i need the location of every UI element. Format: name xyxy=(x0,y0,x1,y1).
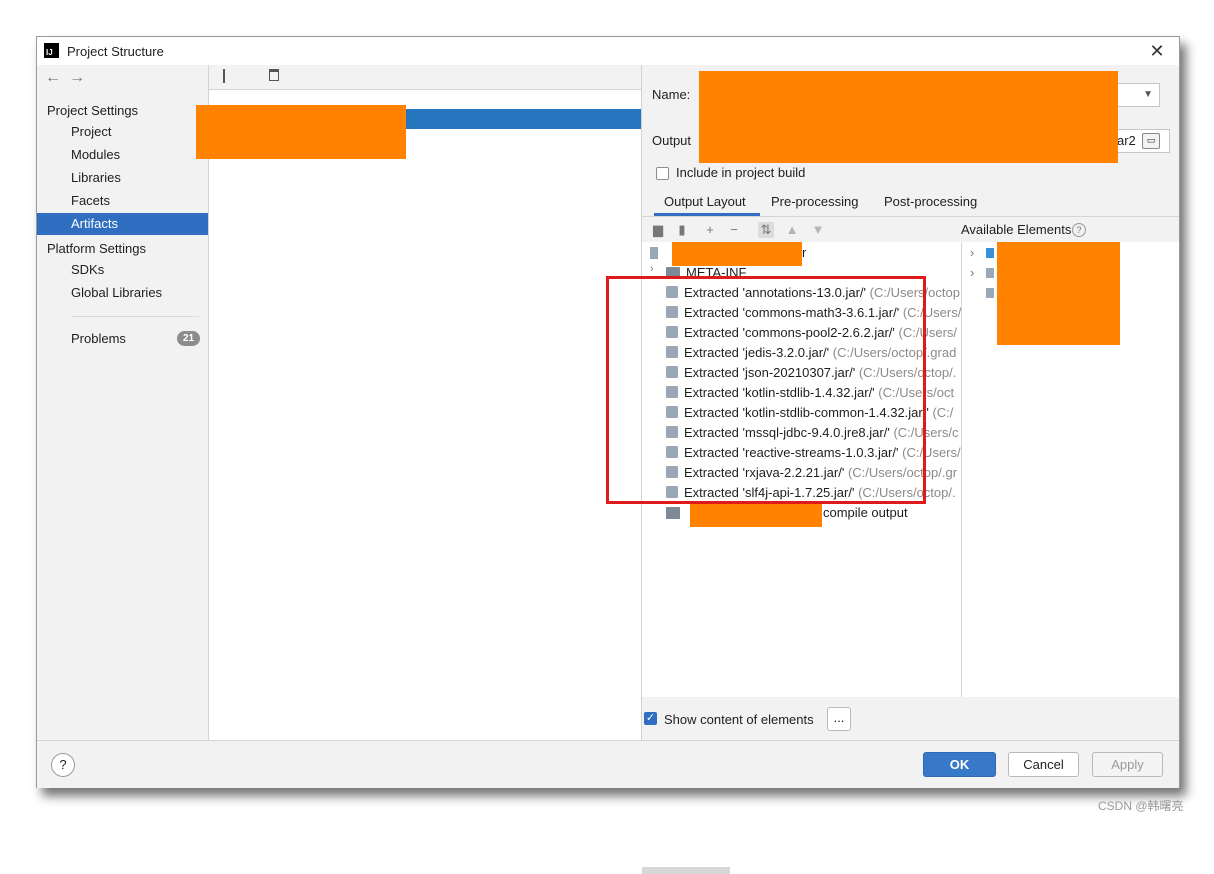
artifact-type-dropdown[interactable]: ▼ xyxy=(1112,83,1160,107)
highlight-box xyxy=(606,276,926,504)
close-icon[interactable]: ✕ xyxy=(1147,41,1167,61)
cancel-button[interactable]: Cancel xyxy=(1008,752,1079,777)
chevron-right-icon[interactable]: › xyxy=(970,265,974,280)
artifacts-list-panel xyxy=(196,65,642,740)
sidebar-item-facets[interactable]: Facets xyxy=(37,190,208,212)
sidebar-item-artifacts[interactable]: Artifacts xyxy=(37,213,208,235)
redacted-available-elements xyxy=(997,242,1120,345)
add-icon[interactable]: + xyxy=(702,222,718,238)
window-title: Project Structure xyxy=(67,44,164,59)
sidebar-item-libraries[interactable]: Libraries xyxy=(37,167,208,189)
sidebar-item-modules[interactable]: Modules xyxy=(37,144,208,166)
platform-settings-heading: Platform Settings xyxy=(47,241,146,256)
redacted-artifact-name xyxy=(196,105,406,159)
help-button[interactable]: ? xyxy=(51,753,75,777)
include-in-build-checkbox[interactable] xyxy=(656,167,669,180)
dialog-footer: ? OK Cancel Apply xyxy=(37,740,1179,788)
sidebar-item-sdks[interactable]: SDKs xyxy=(37,259,208,281)
problems-count-badge: 21 xyxy=(177,331,200,346)
apply-button[interactable]: Apply xyxy=(1092,752,1163,777)
new-directory-icon[interactable]: ▆ xyxy=(650,222,666,238)
artifacts-toolbar xyxy=(209,65,641,90)
include-in-build-label: Include in project build xyxy=(676,165,806,180)
output-directory-label: Output xyxy=(652,133,692,148)
add-archive-icon[interactable]: ▮ xyxy=(674,222,690,238)
tab-post-processing[interactable]: Post-processing xyxy=(884,194,977,209)
available-elements-tree: › › xyxy=(962,242,1179,697)
chevron-right-icon[interactable]: › xyxy=(970,245,974,260)
remove-icon[interactable]: − xyxy=(726,222,742,238)
sidebar-item-project[interactable]: Project xyxy=(37,121,208,143)
intellij-logo-icon: IJ xyxy=(44,43,59,58)
watermark: CSDN @韩曙亮 xyxy=(1098,799,1184,813)
ok-button[interactable]: OK xyxy=(923,752,996,777)
root-archive-suffix: r xyxy=(802,245,807,260)
move-down-icon[interactable]: ▼ xyxy=(810,222,826,238)
library-icon xyxy=(986,268,994,278)
more-options-button[interactable]: ... xyxy=(827,707,851,731)
add-artifact-icon[interactable] xyxy=(223,69,225,83)
sidebar-divider xyxy=(71,316,199,317)
project-settings-heading: Project Settings xyxy=(47,103,139,118)
sort-icon[interactable]: ⇅ xyxy=(758,222,774,238)
help-icon[interactable]: ? xyxy=(1072,223,1086,237)
name-label: Name: xyxy=(652,87,691,102)
folder-browse-icon[interactable]: ▭ xyxy=(1142,133,1160,149)
jar-icon xyxy=(650,247,658,259)
chevron-right-icon[interactable]: › xyxy=(650,263,654,275)
title-bar: IJ Project Structure ✕ xyxy=(37,37,1179,65)
back-arrow-icon[interactable]: ← xyxy=(45,69,61,87)
available-elements-label: Available Elements xyxy=(961,222,1072,237)
tab-pre-processing[interactable]: Pre-processing xyxy=(771,194,858,209)
output-directory-field[interactable]: ar2 xyxy=(1112,129,1170,153)
layout-toolbar: ▆ ▮ + − ⇅ ▲ ▼ Available Elements ? xyxy=(642,217,1179,242)
forward-arrow-icon[interactable]: → xyxy=(69,69,85,87)
module-icon xyxy=(986,248,994,258)
module-output-icon xyxy=(666,507,680,519)
tab-output-layout[interactable]: Output Layout xyxy=(664,194,746,209)
show-content-label: Show content of elements xyxy=(664,712,814,727)
redacted-module-name xyxy=(690,503,822,527)
move-up-icon[interactable]: ▲ xyxy=(784,222,800,238)
show-content-checkbox[interactable]: ✓ xyxy=(644,712,657,725)
horizontal-scrollbar[interactable] xyxy=(642,867,730,874)
copy-artifact-icon[interactable] xyxy=(269,69,279,81)
library-icon xyxy=(986,288,994,298)
redacted-name-and-output xyxy=(699,71,1118,163)
sidebar-item-global-libraries[interactable]: Global Libraries xyxy=(37,282,208,304)
settings-sidebar: ← → Project Settings Project Modules Lib… xyxy=(37,65,209,740)
tree-item-compile-output[interactable]: compile output xyxy=(823,503,943,523)
